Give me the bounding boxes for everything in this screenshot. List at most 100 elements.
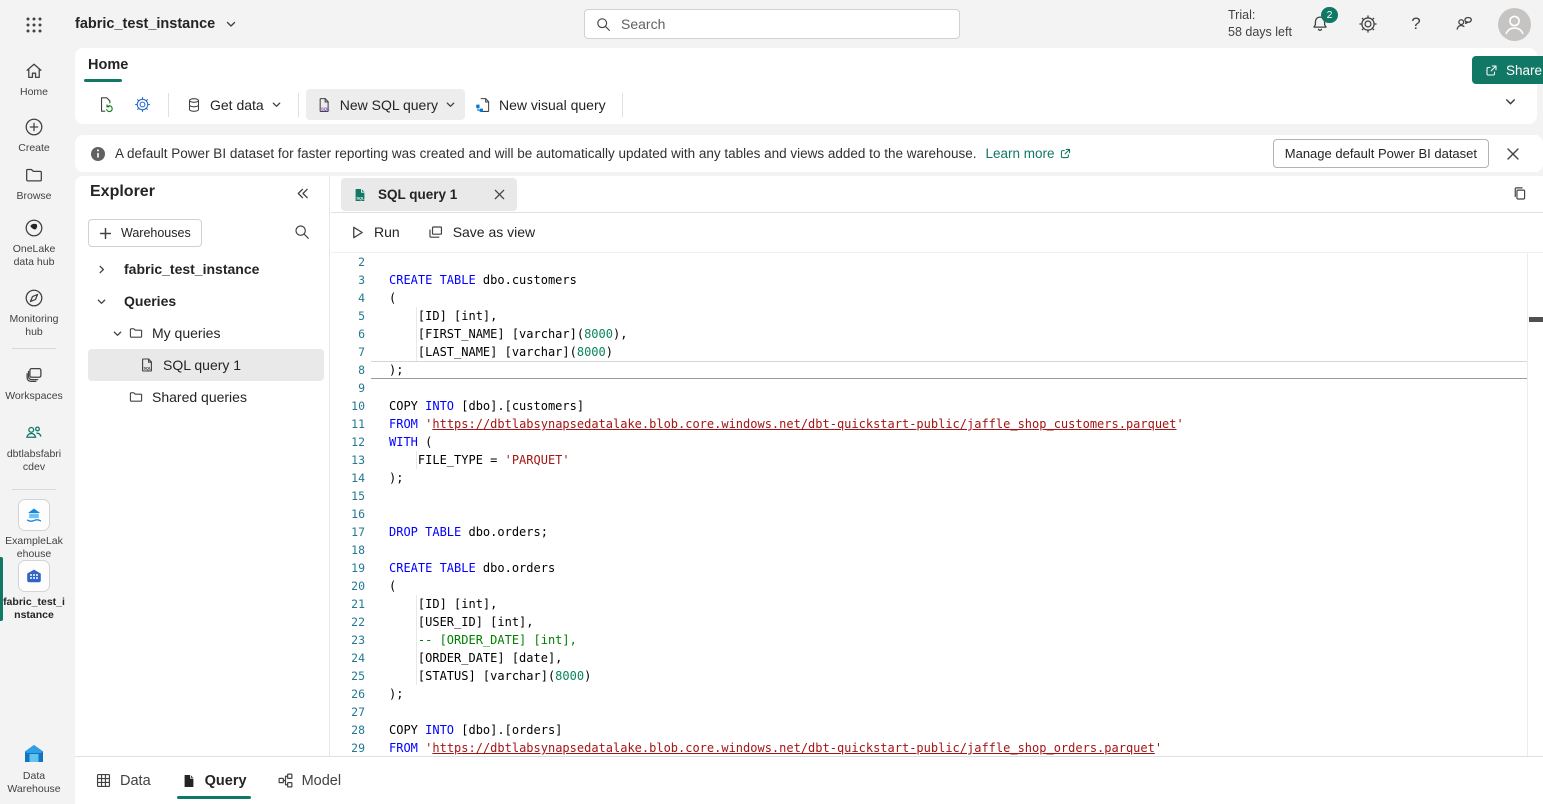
- code-line[interactable]: 8);: [331, 361, 1543, 379]
- view-tab-query[interactable]: Query: [177, 757, 251, 804]
- notifications-button[interactable]: 2: [1304, 8, 1336, 40]
- tree-item-queries[interactable]: Queries: [75, 285, 329, 317]
- explorer-search-button[interactable]: [293, 223, 310, 240]
- ribbon-settings-button[interactable]: [124, 89, 161, 120]
- code-line[interactable]: 15: [331, 487, 1543, 505]
- line-number: 4: [331, 289, 365, 307]
- refresh-button[interactable]: [87, 89, 124, 120]
- code-line[interactable]: 18: [331, 541, 1543, 559]
- line-number: 8: [331, 361, 365, 379]
- learn-more-link[interactable]: Learn more: [986, 146, 1072, 161]
- view-tab-model[interactable]: Model: [273, 757, 346, 804]
- settings-button[interactable]: [1352, 8, 1384, 40]
- code-line[interactable]: 20(: [331, 577, 1543, 595]
- code-line[interactable]: 22 [USER_ID] [int],: [331, 613, 1543, 631]
- tree-item-my-queries[interactable]: My queries: [75, 317, 329, 349]
- new-visual-query-button[interactable]: New visual query: [465, 89, 615, 120]
- code-line[interactable]: 24 [ORDER_DATE] [date],: [331, 649, 1543, 667]
- tree-item-sql-query-1[interactable]: SQL SQL query 1: [88, 349, 324, 381]
- nav-workspace-dbtlabsfabricdev[interactable]: dbtlabsfabri cdev: [0, 422, 68, 473]
- scrollbar-marker[interactable]: [1529, 317, 1543, 322]
- ribbon-tab-home[interactable]: Home: [79, 48, 137, 82]
- code-line[interactable]: 9: [331, 379, 1543, 397]
- new-warehouse-button[interactable]: Warehouses: [88, 219, 202, 247]
- code-line[interactable]: 19CREATE TABLE dbo.orders: [331, 559, 1543, 577]
- explorer-collapse-button[interactable]: [295, 186, 310, 201]
- line-number: 10: [331, 397, 365, 415]
- plus-icon: [99, 227, 112, 240]
- data-warehouse-icon: [21, 742, 47, 766]
- code-line[interactable]: 17DROP TABLE dbo.orders;: [331, 523, 1543, 541]
- new-sql-query-button[interactable]: SQL New SQL query: [306, 89, 465, 120]
- code-line[interactable]: 25 [STATUS] [varchar](8000): [331, 667, 1543, 685]
- code-line[interactable]: 26);: [331, 685, 1543, 703]
- line-number: 21: [331, 595, 365, 613]
- line-number: 3: [331, 271, 365, 289]
- nav-onelake-data-hub[interactable]: OneLake data hub: [0, 217, 68, 268]
- nav-data-warehouse[interactable]: Data Warehouse: [0, 742, 68, 795]
- nav-home[interactable]: Home: [0, 60, 68, 98]
- code-line[interactable]: 28COPY INTO [dbo].[orders]: [331, 721, 1543, 739]
- search-input[interactable]: [619, 15, 949, 33]
- tab-close-button[interactable]: [493, 188, 506, 201]
- line-number: 6: [331, 325, 365, 343]
- code-line[interactable]: 7 [LAST_NAME] [varchar](8000): [331, 343, 1543, 361]
- toolbar-divider: [298, 93, 299, 117]
- code-line[interactable]: 29FROM 'https://dbtlabsynapsedatalake.bl…: [331, 739, 1543, 756]
- tree-item-shared-queries[interactable]: Shared queries: [75, 381, 329, 413]
- view-tab-data[interactable]: Data: [91, 757, 155, 804]
- toolbar-divider: [168, 93, 169, 117]
- run-button[interactable]: Run: [350, 224, 400, 240]
- code-line[interactable]: 12WITH (: [331, 433, 1543, 451]
- line-number: 19: [331, 559, 365, 577]
- code-line[interactable]: 13 FILE_TYPE = 'PARQUET': [331, 451, 1543, 469]
- query-tab[interactable]: SQL SQL query 1: [341, 178, 517, 211]
- line-number: 9: [331, 379, 365, 397]
- manage-dataset-button[interactable]: Manage default Power BI dataset: [1273, 139, 1489, 168]
- line-number: 12: [331, 433, 365, 451]
- app-launcher-icon[interactable]: [21, 12, 47, 38]
- nav-item-examplelakehouse[interactable]: ExampleLak ehouse: [0, 499, 68, 560]
- code-line[interactable]: 27: [331, 703, 1543, 721]
- nav-monitoring-hub[interactable]: Monitoring hub: [0, 287, 68, 338]
- code-line[interactable]: 4(: [331, 289, 1543, 307]
- tree-item-warehouse[interactable]: fabric_test_instance: [75, 253, 329, 285]
- code-line[interactable]: 23 -- [ORDER_DATE] [int],: [331, 631, 1543, 649]
- sql-code-area[interactable]: 23CREATE TABLE dbo.customers4(5 [ID] [in…: [331, 253, 1543, 756]
- copy-button[interactable]: [1511, 185, 1528, 202]
- code-line[interactable]: 11FROM 'https://dbtlabsynapsedatalake.bl…: [331, 415, 1543, 433]
- get-data-button[interactable]: Get data: [176, 89, 291, 120]
- help-button[interactable]: ?: [1400, 8, 1432, 40]
- share-button[interactable]: Share: [1472, 56, 1543, 84]
- code-line[interactable]: 10COPY INTO [dbo].[customers]: [331, 397, 1543, 415]
- workspaces-icon: [23, 364, 45, 386]
- code-line[interactable]: 6 [FIRST_NAME] [varchar](8000),: [331, 325, 1543, 343]
- editor-toolbar: Run Save as view: [331, 212, 1543, 253]
- account-avatar[interactable]: [1498, 8, 1531, 41]
- save-as-view-button[interactable]: Save as view: [427, 224, 535, 241]
- query-editor: SQL SQL query 1 Run Save as view: [331, 176, 1543, 756]
- code-line[interactable]: 2: [331, 253, 1543, 271]
- code-line[interactable]: 16: [331, 505, 1543, 523]
- banner-close-button[interactable]: [1498, 139, 1528, 169]
- code-line[interactable]: 14);: [331, 469, 1543, 487]
- ribbon-collapse-button[interactable]: [1504, 95, 1517, 108]
- code-line[interactable]: 21 [ID] [int],: [331, 595, 1543, 613]
- nav-workspaces[interactable]: Workspaces: [0, 364, 68, 402]
- code-line[interactable]: 3CREATE TABLE dbo.customers: [331, 271, 1543, 289]
- double-chevron-left-icon: [295, 186, 310, 201]
- workspace-switcher[interactable]: fabric_test_instance: [75, 0, 237, 48]
- line-number: 16: [331, 505, 365, 523]
- chevron-right-icon: [96, 264, 107, 275]
- sql-file-icon: SQL: [139, 357, 155, 373]
- nav-item-fabric-test-instance[interactable]: fabric_test_i nstance: [0, 560, 68, 621]
- query-tab-label: SQL query 1: [378, 187, 457, 202]
- trial-days-left: 58 days left: [1228, 24, 1292, 41]
- person-icon: [1498, 8, 1531, 41]
- top-bar: fabric_test_instance Trial: 58 days left…: [0, 0, 1543, 48]
- line-number: 18: [331, 541, 365, 559]
- feedback-button[interactable]: [1448, 8, 1480, 40]
- nav-create[interactable]: Create: [0, 116, 68, 154]
- code-line[interactable]: 5 [ID] [int],: [331, 307, 1543, 325]
- nav-browse[interactable]: Browse: [0, 164, 68, 202]
